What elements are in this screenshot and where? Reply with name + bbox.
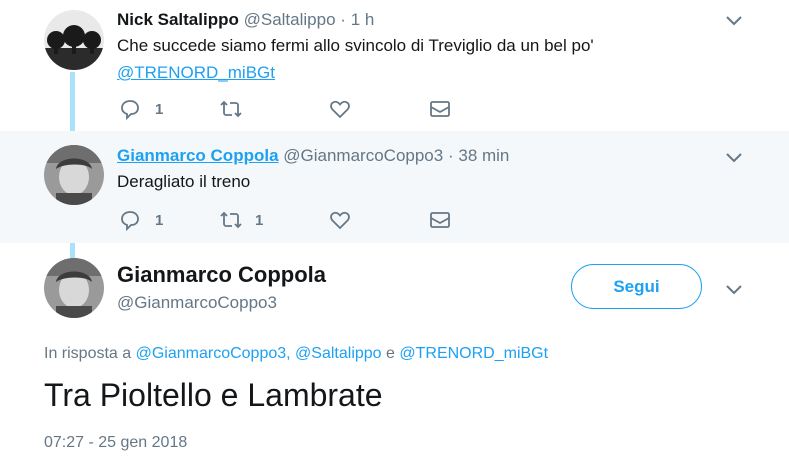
reply-mention-link[interactable]: @GianmarcoCoppo3, — [136, 345, 291, 362]
retweet-icon — [220, 100, 242, 118]
reply-context: In risposta a @GianmarcoCoppo3, @Saltali… — [44, 345, 548, 363]
avatar-image — [44, 145, 104, 205]
like-icon — [330, 100, 350, 119]
like-button[interactable] — [329, 209, 429, 231]
reply-icon — [121, 211, 139, 231]
reply-mention-link[interactable]: @TRENORD_miBGt — [399, 345, 548, 362]
user-handle[interactable]: @Saltalippo — [244, 10, 336, 29]
retweet-count: 1 — [255, 211, 264, 229]
tweet-text-line: Che succede siamo fermi allo svincolo di… — [117, 36, 594, 55]
reply-count: 1 — [155, 100, 164, 118]
retweet-button[interactable]: 1 — [219, 209, 329, 231]
user-handle[interactable]: @GianmarcoCoppo3 — [283, 146, 443, 165]
main-avatar[interactable] — [44, 258, 104, 318]
tweet-time[interactable]: 1 h — [351, 10, 375, 29]
reply-button[interactable]: 1 — [119, 98, 219, 120]
message-icon — [430, 101, 450, 117]
tweet-time[interactable]: 38 min — [458, 146, 509, 165]
chevron-down-icon[interactable] — [724, 279, 744, 299]
follow-button[interactable]: Segui — [571, 264, 702, 309]
tweet-actions: 1 1 — [119, 209, 451, 231]
message-icon — [430, 212, 450, 228]
tweet-timestamp[interactable]: 07:27 - 25 gen 2018 — [44, 434, 187, 452]
tweet-header: Gianmarco Coppola @GianmarcoCoppo3 · 38 … — [117, 146, 509, 166]
tweet-text: Che succede siamo fermi allo svincolo di… — [117, 32, 757, 86]
avatar-image — [44, 258, 104, 318]
avatar[interactable] — [44, 145, 104, 205]
direct-message-button[interactable] — [429, 209, 451, 231]
reply-mention-link[interactable]: @Saltalippo — [295, 345, 382, 362]
main-display-name[interactable]: Gianmarco Coppola — [117, 262, 326, 288]
tweet-header: Nick Saltalippo @Saltalippo · 1 h — [117, 10, 374, 30]
reply-icon — [121, 100, 139, 120]
like-icon — [330, 211, 350, 230]
display-name[interactable]: Gianmarco Coppola — [117, 146, 279, 165]
display-name[interactable]: Nick Saltalippo — [117, 10, 239, 29]
retweet-button[interactable] — [219, 98, 329, 120]
chevron-down-icon[interactable] — [724, 147, 744, 167]
reply-prefix: In risposta a — [44, 345, 132, 362]
reply-conjunction: e — [386, 345, 395, 362]
main-user-handle[interactable]: @GianmarcoCoppo3 — [117, 293, 277, 313]
avatar[interactable] — [44, 10, 104, 70]
reply-button[interactable]: 1 — [119, 209, 219, 231]
chevron-down-icon[interactable] — [724, 10, 744, 30]
separator: · — [447, 146, 454, 165]
tweet-text: Deragliato il treno — [117, 172, 251, 191]
retweet-icon — [220, 211, 242, 229]
reply-count: 1 — [155, 211, 164, 229]
mention-link[interactable]: @TRENORD_miBGt — [117, 59, 757, 86]
direct-message-button[interactable] — [429, 98, 451, 120]
like-button[interactable] — [329, 98, 429, 120]
avatar-image — [44, 10, 104, 70]
tweet-gianmarco-reply[interactable]: Gianmarco Coppola @GianmarcoCoppo3 · 38 … — [0, 131, 789, 243]
separator: · — [340, 10, 346, 29]
tweet-actions: 1 — [119, 98, 451, 120]
main-tweet-text: Tra Pioltello e Lambrate — [44, 377, 383, 413]
tweet-nick[interactable]: Nick Saltalippo @Saltalippo · 1 h Che su… — [0, 0, 789, 131]
